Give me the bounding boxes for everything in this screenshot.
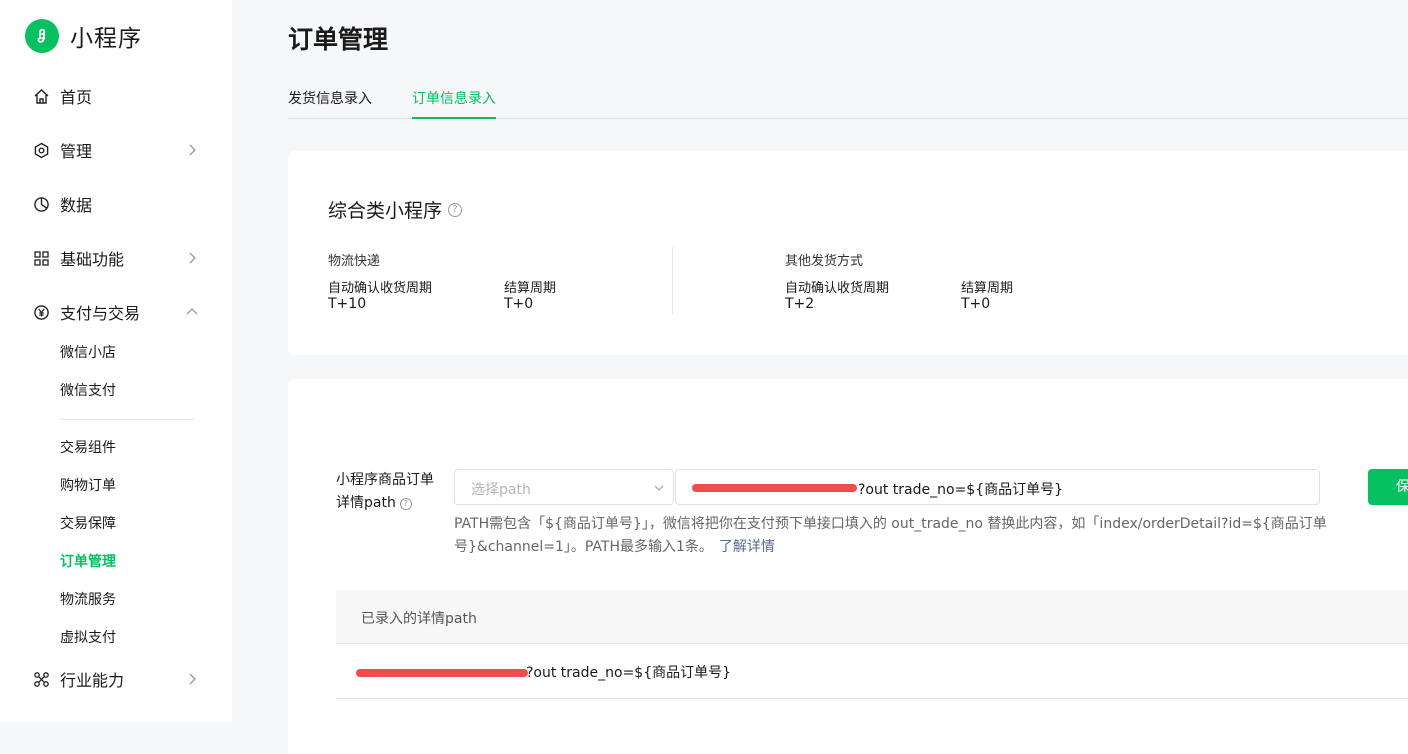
path-input-value: ?out trade_no=${商品订单号} [858, 482, 1064, 498]
path-list-row-text: ?out trade_no=${商品订单号} [526, 665, 732, 681]
chevron-right-icon [189, 252, 196, 264]
sub-item-virtual-pay[interactable]: 虚拟支付 [60, 628, 116, 648]
path-list-header-text: 已录入的详情path [361, 611, 477, 627]
path-select[interactable]: 选择path [454, 469, 674, 505]
sidebar: 小程序 首页 管理 数据 基础功能 支付与交易 微信小店 微信支付 交易组件 购… [0, 0, 232, 722]
learn-more-link[interactable]: 了解详情 [719, 539, 775, 555]
sub-item-trade-guarantee[interactable]: 交易保障 [60, 514, 116, 534]
nav-label-industry: 行业能力 [60, 671, 125, 690]
brand[interactable]: 小程序 [25, 19, 142, 53]
sub-item-logistics[interactable]: 物流服务 [60, 590, 116, 610]
path-form-label-text: 小程序商品订单详情path [336, 472, 434, 511]
settle-period-value: T+0 [504, 296, 534, 312]
path-form-label: 小程序商品订单详情path? [336, 469, 446, 515]
path-input[interactable]: ?out trade_no=${商品订单号} [675, 469, 1320, 505]
redaction-mark [692, 484, 857, 492]
settle-period-label: 结算周期 [504, 281, 557, 296]
nav-label-manage: 管理 [60, 142, 93, 161]
chevron-right-icon [189, 144, 196, 156]
section-divider [672, 247, 673, 315]
nav-label-home: 首页 [60, 88, 93, 107]
summary-title: 综合类小程序 ? [328, 196, 463, 223]
nav-label-data: 数据 [60, 196, 93, 215]
confirm-period-label: 自动确认收货周期 [785, 281, 890, 296]
summary-title-text: 综合类小程序 [328, 200, 443, 222]
industry-icon [33, 671, 50, 688]
redaction-mark [356, 669, 528, 677]
path-list-header: 已录入的详情path [336, 590, 1408, 644]
path-hint: PATH需包含「${商品订单号}」，微信将把你在支付预下单接口填入的 out_t… [454, 513, 1334, 559]
sub-item-wechat-pay[interactable]: 微信支付 [60, 381, 116, 401]
help-icon[interactable]: ? [448, 202, 463, 217]
brand-name: 小程序 [70, 26, 142, 52]
settle-period-value: T+0 [961, 296, 991, 312]
settle-period-label: 结算周期 [961, 281, 1014, 296]
yen-icon [33, 304, 50, 321]
save-button[interactable]: 保存 [1368, 469, 1408, 505]
list-item: ?out trade_no=${商品订单号} [336, 645, 1408, 699]
chevron-up-icon [186, 308, 198, 315]
nav-label-payment: 支付与交易 [60, 304, 141, 323]
path-hint-text: PATH需包含「${商品订单号}」，微信将把你在支付预下单接口填入的 out_t… [454, 516, 1327, 555]
sub-item-trade-component[interactable]: 交易组件 [60, 438, 116, 458]
nav-item-manage[interactable]: 管理 [33, 136, 203, 164]
sub-item-order-manage[interactable]: 订单管理 [60, 552, 116, 572]
grid-icon [33, 250, 50, 267]
section-title-express: 物流快递 [328, 254, 381, 269]
nav-item-payment[interactable]: 支付与交易 [33, 298, 203, 326]
nav-item-industry[interactable]: 行业能力 [33, 665, 203, 693]
section-title-other: 其他发货方式 [785, 254, 864, 269]
home-icon [33, 88, 50, 105]
nav-label-basic: 基础功能 [60, 250, 125, 269]
summary-card: 综合类小程序 ? 物流快递 自动确认收货周期 T+10 结算周期 T+0 其他发… [288, 151, 1408, 355]
confirm-period-value: T+10 [328, 296, 367, 312]
confirm-period-value: T+2 [785, 296, 815, 312]
sub-divider [60, 419, 195, 420]
confirm-period-label: 自动确认收货周期 [328, 281, 433, 296]
manage-icon [33, 142, 50, 159]
mini-program-logo-icon [25, 19, 59, 53]
chart-pie-icon [33, 196, 50, 213]
nav-item-data[interactable]: 数据 [33, 190, 203, 218]
chevron-right-icon [189, 673, 196, 685]
tab-shipping-info[interactable]: 发货信息录入 [288, 88, 372, 119]
sub-item-wechat-shop[interactable]: 微信小店 [60, 343, 116, 363]
chevron-down-icon [654, 485, 664, 491]
tab-bar: 发货信息录入 订单信息录入 [288, 78, 1408, 119]
nav-item-home[interactable]: 首页 [33, 82, 203, 110]
path-select-placeholder: 选择path [471, 482, 531, 498]
sub-item-shopping-order[interactable]: 购物订单 [60, 476, 116, 496]
nav-item-basic[interactable]: 基础功能 [33, 244, 203, 272]
help-icon[interactable]: ? [399, 497, 412, 510]
page-title: 订单管理 [288, 25, 389, 54]
tab-order-info[interactable]: 订单信息录入 [412, 88, 496, 119]
path-form-card: 小程序商品订单详情path? 选择path ?out trade_no=${商品… [288, 379, 1408, 754]
